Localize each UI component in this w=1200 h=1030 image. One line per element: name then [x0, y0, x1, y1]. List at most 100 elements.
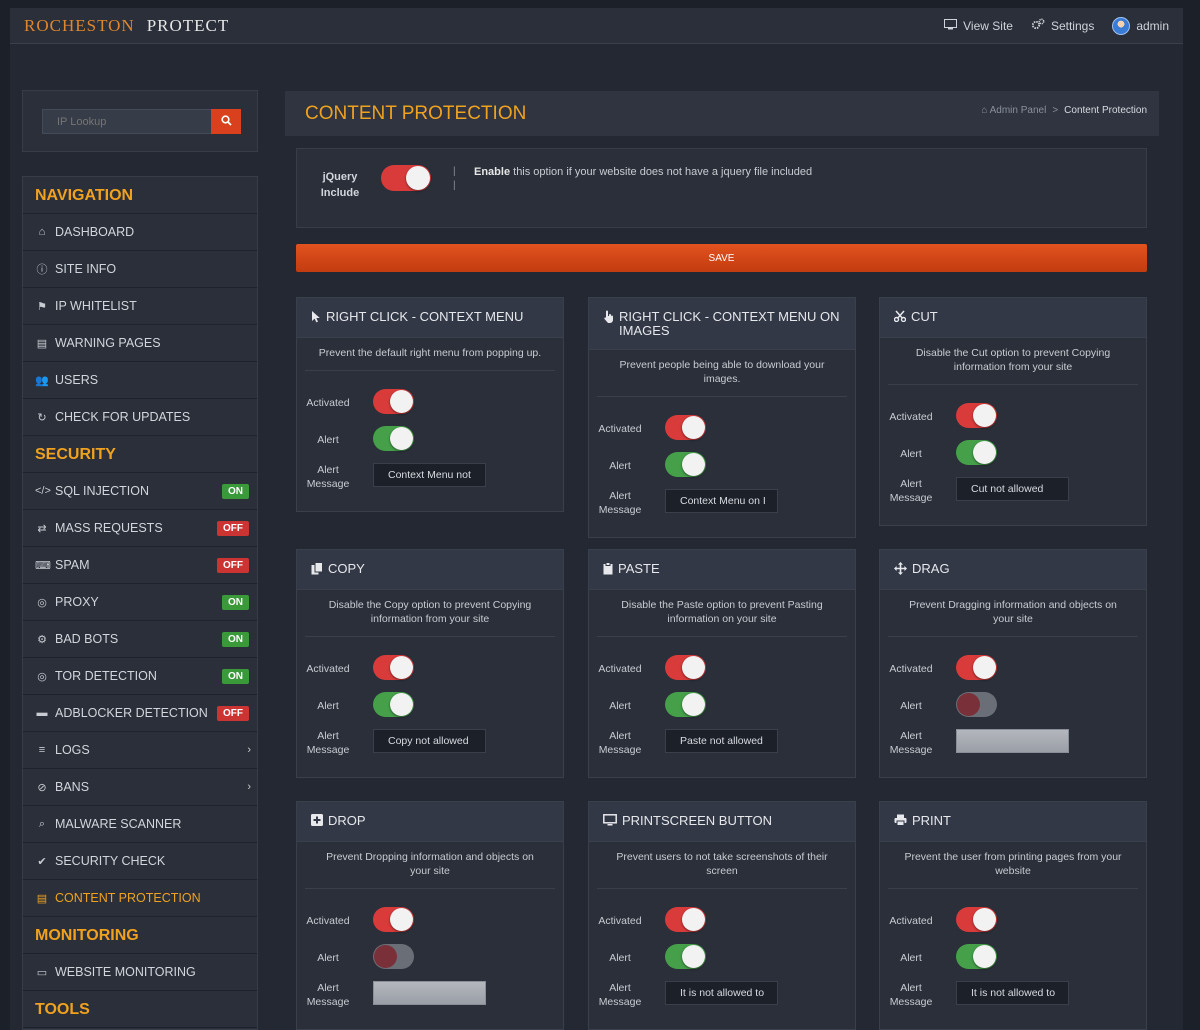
activated-toggle[interactable] [665, 415, 706, 440]
alert-label: Alert [900, 448, 922, 460]
alert-message-input[interactable] [956, 477, 1069, 501]
sidebar-item-security-check[interactable]: ✔ SECURITY CHECK [23, 843, 257, 880]
card-description: Prevent the default right menu from popp… [305, 338, 555, 371]
sidebar: NAVIGATION ⌂ DASHBOARD ⓘ SITE INFO ⚑ IP WHI… [22, 176, 258, 1030]
refresh-icon: ↻ [37, 411, 47, 424]
alert-label: Alert [900, 952, 922, 964]
page-title: CONTENT PROTECTION [305, 103, 527, 124]
alert-toggle[interactable] [956, 440, 997, 465]
activated-toggle[interactable] [956, 403, 997, 428]
keyboard-icon: ⌨ [35, 559, 51, 572]
sidebar-item-label: MASS REQUESTS [55, 521, 163, 535]
hand-pointer-icon [603, 310, 614, 326]
alert-message-label: Alert Message [306, 982, 350, 1008]
sidebar-item-site-info[interactable]: ⓘ SITE INFO [23, 251, 257, 288]
activated-toggle[interactable] [665, 907, 706, 932]
sidebar-item-label: CHECK FOR UPDATES [55, 410, 191, 424]
alert-message-input[interactable] [665, 729, 778, 753]
chevron-right-icon: › [247, 744, 251, 756]
jquery-include-toggle[interactable] [381, 165, 431, 191]
card-header: CUT [880, 298, 1146, 338]
alert-toggle[interactable] [956, 944, 997, 969]
alert-message-input[interactable] [665, 981, 778, 1005]
activated-toggle[interactable] [956, 907, 997, 932]
alert-message-input[interactable] [373, 981, 486, 1005]
alert-message-input[interactable] [373, 729, 486, 753]
save-button[interactable]: SAVE [296, 244, 1147, 272]
alert-toggle[interactable] [373, 692, 414, 717]
sidebar-item-proxy[interactable]: ◎ PROXY ON [23, 584, 257, 621]
sidebar-item-label: WARNING PAGES [55, 336, 161, 350]
sidebar-item-label: SPAM [55, 558, 90, 572]
protection-card: COPY Disable the Copy option to prevent … [296, 549, 564, 778]
status-badge: ON [222, 483, 249, 499]
alert-toggle[interactable] [665, 692, 706, 717]
sidebar-header-tools: TOOLS [23, 991, 257, 1028]
alert-toggle[interactable] [665, 452, 706, 477]
sidebar-item-spam[interactable]: ⌨ SPAM OFF [23, 547, 257, 584]
sidebar-item-tor-detection[interactable]: ◎ TOR DETECTION ON [23, 658, 257, 695]
alert-toggle[interactable] [373, 944, 414, 969]
sidebar-item-sql-injection[interactable]: </> SQL INJECTION ON [23, 473, 257, 510]
breadcrumb-home-label: Admin Panel [989, 105, 1047, 116]
activated-label: Activated [598, 423, 642, 435]
sidebar-header-monitoring: MONITORING [23, 917, 257, 954]
sidebar-item-label: MALWARE SCANNER [55, 817, 182, 831]
card-title: DRAG [912, 561, 950, 576]
sidebar-item-website-monitoring[interactable]: ▭ WEBSITE MONITORING [23, 954, 257, 991]
brand-logo[interactable]: ROCHESTON PROTECT [24, 16, 229, 36]
sidebar-item-label: LOGS [55, 743, 90, 757]
sidebar-item-warning-pages[interactable]: ▤ WARNING PAGES [23, 325, 257, 362]
sidebar-item-label: WEBSITE MONITORING [55, 965, 196, 979]
brand-name-secondary: PROTECT [146, 15, 230, 35]
clipboard-icon [603, 562, 613, 578]
card-title: CUT [911, 309, 938, 324]
alert-label: Alert [317, 700, 339, 712]
activated-toggle[interactable] [373, 389, 414, 414]
sidebar-item-label: SQL INJECTION [55, 484, 149, 498]
sidebar-item-content-protection[interactable]: ▤ CONTENT PROTECTION [23, 880, 257, 917]
settings-link[interactable]: Settings [1031, 18, 1094, 33]
brand-name-primary: ROCHESTON [24, 15, 135, 35]
sidebar-item-label: IP WHITELIST [55, 299, 137, 313]
activated-toggle[interactable] [373, 655, 414, 680]
alert-toggle[interactable] [373, 426, 414, 451]
jquery-include-panel: jQuery Include | | Enable this option if … [296, 148, 1147, 228]
sidebar-item-mass-requests[interactable]: ⇄ MASS REQUESTS OFF [23, 510, 257, 547]
alert-message-input[interactable] [956, 981, 1069, 1005]
breadcrumb-home-link[interactable]: ⌂ Admin Panel [981, 105, 1046, 116]
card-title: DROP [328, 813, 366, 828]
protection-card: PRINT Prevent the user from printing pag… [879, 801, 1147, 1030]
alert-message-label: Alert Message [306, 730, 350, 756]
ban-icon: ⊘ [37, 781, 47, 794]
alert-label: Alert [609, 460, 631, 472]
activated-label: Activated [306, 397, 350, 409]
sidebar-item-logs[interactable]: ≡ LOGS › [23, 732, 257, 769]
alert-toggle[interactable] [956, 692, 997, 717]
sidebar-item-malware-scanner[interactable]: ⌕ MALWARE SCANNER [23, 806, 257, 843]
sidebar-item-dashboard[interactable]: ⌂ DASHBOARD [23, 214, 257, 251]
alert-toggle[interactable] [665, 944, 706, 969]
sidebar-item-bans[interactable]: ⊘ BANS › [23, 769, 257, 806]
sidebar-item-check-updates[interactable]: ↻ CHECK FOR UPDATES [23, 399, 257, 436]
activated-label: Activated [889, 915, 933, 927]
ip-lookup-input[interactable] [42, 109, 212, 134]
ip-lookup-button[interactable] [211, 109, 241, 134]
activated-toggle[interactable] [373, 907, 414, 932]
sidebar-item-bad-bots[interactable]: ⚙ BAD BOTS ON [23, 621, 257, 658]
card-header: RIGHT CLICK - CONTEXT MENU ON IMAGES [589, 298, 855, 350]
jquery-include-label: jQuery Include [320, 171, 360, 199]
alert-message-input[interactable] [373, 463, 486, 487]
activated-toggle[interactable] [665, 655, 706, 680]
sidebar-item-adblocker-detection[interactable]: ▬ ADBLOCKER DETECTION OFF [23, 695, 257, 732]
view-site-link[interactable]: View Site [944, 18, 1013, 33]
alert-message-label: Alert Message [598, 490, 642, 516]
activated-label: Activated [889, 411, 933, 423]
sidebar-item-users[interactable]: 👥 USERS [23, 362, 257, 399]
card-title: RIGHT CLICK - CONTEXT MENU ON IMAGES [619, 309, 840, 338]
sidebar-item-ip-whitelist[interactable]: ⚑ IP WHITELIST [23, 288, 257, 325]
alert-message-input[interactable] [956, 729, 1069, 753]
activated-toggle[interactable] [956, 655, 997, 680]
alert-message-input[interactable] [665, 489, 778, 513]
user-menu[interactable]: admin [1112, 16, 1169, 35]
